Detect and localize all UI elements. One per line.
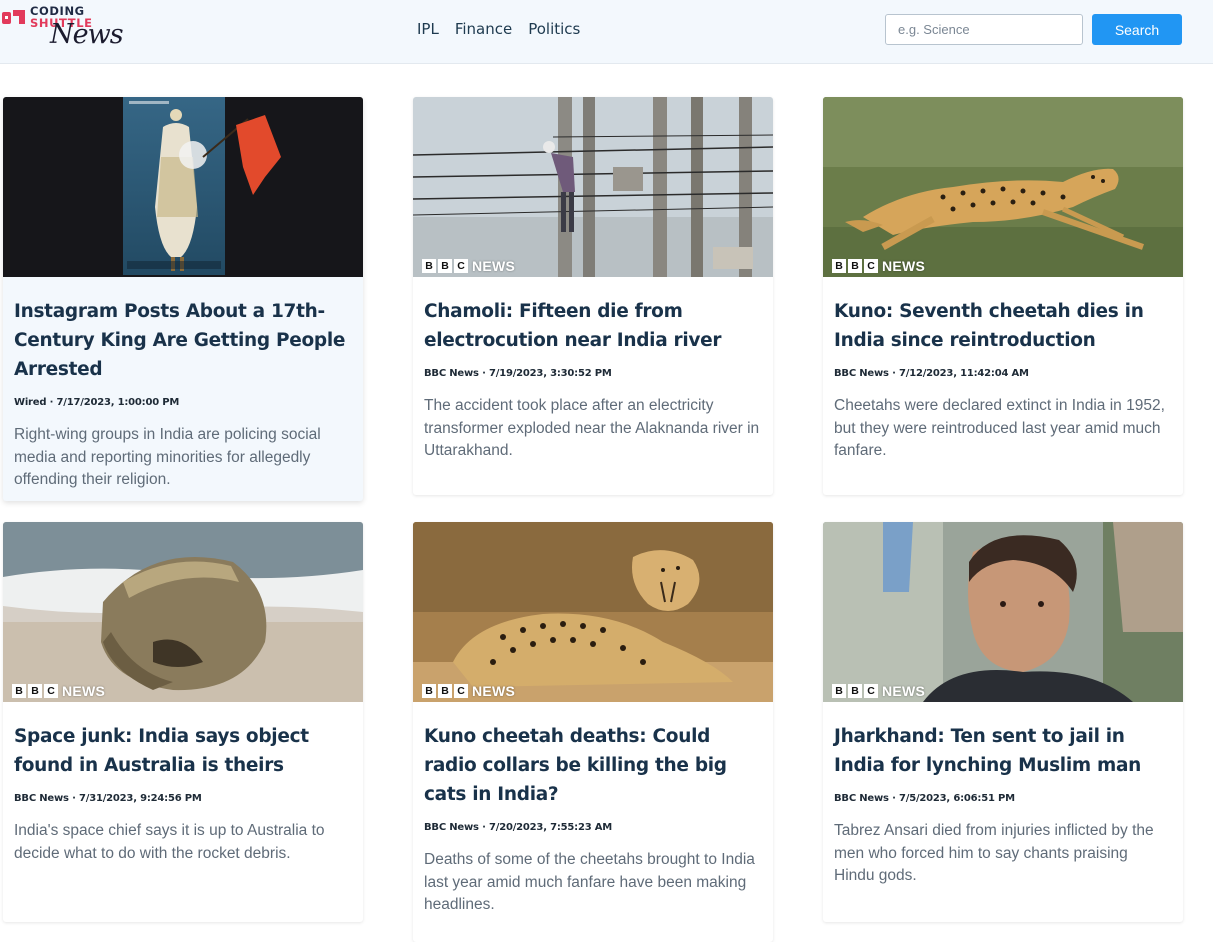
news-card-source: BBC News <box>424 822 479 833</box>
news-card-meta: BBC News · 7/31/2023, 9:24:56 PM <box>14 793 202 804</box>
news-card-description: India's space chief says it is up to Aus… <box>14 822 325 862</box>
news-card-date: 7/5/2023, 6:06:51 PM <box>898 793 1015 804</box>
news-card-image[interactable]: BBC NEWS <box>3 522 363 702</box>
electricity-pole-image <box>413 97 773 277</box>
news-card-body: Jharkhand: Ten sent to jail in India for… <box>823 702 1183 902</box>
navbar: CODING SHUTTLE News IPL Finance Politics… <box>0 0 1213 64</box>
news-card-title[interactable]: Kuno cheetah deaths: Could radio collars… <box>424 722 762 809</box>
news-card-body: Space junk: India says object found in A… <box>3 702 363 879</box>
news-card-image[interactable] <box>3 97 363 277</box>
news-card-date: 7/17/2023, 1:00:00 PM <box>56 397 180 408</box>
news-card-body: Kuno cheetah deaths: Could radio collars… <box>413 702 773 931</box>
brand-logo[interactable]: CODING SHUTTLE News <box>2 3 132 51</box>
news-card-image[interactable]: BBC NEWS <box>823 522 1183 702</box>
news-card-date: 7/19/2023, 3:30:52 PM <box>488 368 612 379</box>
running-cheetah-image <box>823 97 1183 277</box>
bbc-news-badge: BBC NEWS <box>832 683 925 699</box>
news-card-date: 7/31/2023, 9:24:56 PM <box>78 793 202 804</box>
man-portrait-image <box>823 522 1183 702</box>
news-card-date: 7/12/2023, 11:42:04 AM <box>898 368 1029 379</box>
nav-link-ipl[interactable]: IPL <box>417 19 439 39</box>
news-card[interactable]: BBC NEWS Chamoli: Fifteen die from elect… <box>413 97 773 495</box>
news-card-title[interactable]: Kuno: Seventh cheetah dies in India sinc… <box>834 297 1172 355</box>
news-card-image[interactable]: BBC NEWS <box>413 522 773 702</box>
news-card-title[interactable]: Space junk: India says object found in A… <box>14 722 352 780</box>
news-card-description: Tabrez Ansari died from injuries inflict… <box>834 822 1154 884</box>
news-card-source: BBC News <box>834 793 889 804</box>
bbc-news-badge: BBC NEWS <box>832 258 925 274</box>
bbc-news-badge: BBC NEWS <box>12 683 105 699</box>
news-card[interactable]: Instagram Posts About a 17th-Century Kin… <box>3 97 363 501</box>
news-card-meta: BBC News · 7/12/2023, 11:42:04 AM <box>834 368 1029 379</box>
news-card[interactable]: BBC NEWS Space junk: India says object f… <box>3 522 363 922</box>
logo-mark-icon <box>2 10 25 24</box>
news-card-meta: BBC News · 7/20/2023, 7:55:23 AM <box>424 822 613 833</box>
news-card-meta: Wired · 7/17/2023, 1:00:00 PM <box>14 397 180 408</box>
news-card-title[interactable]: Chamoli: Fifteen die from electrocution … <box>424 297 762 355</box>
news-card-date: 7/20/2023, 7:55:23 AM <box>488 822 613 833</box>
news-card-title[interactable]: Instagram Posts About a 17th-Century Kin… <box>14 297 352 384</box>
news-card-body: Instagram Posts About a 17th-Century Kin… <box>3 277 363 501</box>
news-card-source: BBC News <box>834 368 889 379</box>
bbc-news-badge: BBC NEWS <box>422 683 515 699</box>
news-card-description: The accident took place after an electri… <box>424 397 760 459</box>
news-card-source: BBC News <box>424 368 479 379</box>
news-card-source: BBC News <box>14 793 69 804</box>
news-card-body: Kuno: Seventh cheetah dies in India sinc… <box>823 277 1183 477</box>
news-card-description: Right-wing groups in India are policing … <box>14 426 321 488</box>
news-card-description: Cheetahs were declared extinct in India … <box>834 397 1165 459</box>
search-button[interactable]: Search <box>1092 14 1182 45</box>
search-input[interactable] <box>885 14 1083 45</box>
news-card-body: Chamoli: Fifteen die from electrocution … <box>413 277 773 477</box>
news-card-image[interactable]: BBC NEWS <box>823 97 1183 277</box>
news-card-meta: BBC News · 7/5/2023, 6:06:51 PM <box>834 793 1015 804</box>
news-card[interactable]: BBC NEWS Jharkhand: Ten sent to jail in … <box>823 522 1183 922</box>
space-debris-beach-image <box>3 522 363 702</box>
news-card-description: Deaths of some of the cheetahs brought t… <box>424 851 755 913</box>
nav-link-finance[interactable]: Finance <box>455 19 512 39</box>
news-card-title[interactable]: Jharkhand: Ten sent to jail in India for… <box>834 722 1172 780</box>
news-card[interactable]: BBC NEWS Kuno cheetah deaths: Could radi… <box>413 522 773 942</box>
nav-link-politics[interactable]: Politics <box>528 19 580 39</box>
news-card-meta: BBC News · 7/19/2023, 3:30:52 PM <box>424 368 612 379</box>
sitting-cheetah-image <box>413 522 773 702</box>
instagram-story-painting-image <box>3 97 363 277</box>
nav-links: IPL Finance Politics <box>417 19 580 39</box>
bbc-news-badge: BBC NEWS <box>422 258 515 274</box>
news-card-image[interactable]: BBC NEWS <box>413 97 773 277</box>
news-card-source: Wired <box>14 397 47 408</box>
brand-script: News <box>50 19 124 50</box>
news-card[interactable]: BBC NEWS Kuno: Seventh cheetah dies in I… <box>823 97 1183 495</box>
